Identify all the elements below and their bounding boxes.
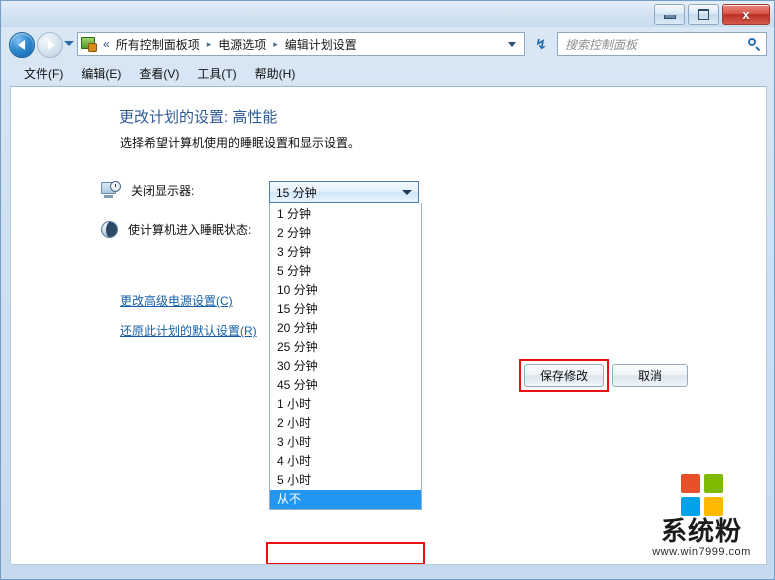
minimize-button[interactable] xyxy=(654,4,685,25)
annotation-box-never-option xyxy=(266,542,425,564)
dropdown-option[interactable]: 5 分钟 xyxy=(270,262,421,281)
windows-logo-icon xyxy=(680,473,723,516)
menu-item-view[interactable]: 查看(V) xyxy=(130,62,188,85)
page-subtitle: 选择希望计算机使用的睡眠设置和显示设置。 xyxy=(120,136,361,150)
close-icon: x xyxy=(742,7,750,22)
breadcrumb-separator-icon[interactable]: ▸ xyxy=(273,39,278,50)
menu-item-file[interactable]: 文件(F) xyxy=(15,62,72,85)
logo-square-2 xyxy=(703,473,723,493)
dropdown-option[interactable]: 10 分钟 xyxy=(270,281,421,300)
dropdown-option[interactable]: 1 分钟 xyxy=(270,205,421,224)
menu-bar: 文件(F) 编辑(E) 查看(V) 工具(T) 帮助(H) xyxy=(1,61,774,85)
dropdown-option[interactable]: 20 分钟 xyxy=(270,319,421,338)
address-bar[interactable]: « 所有控制面板项 ▸ 电源选项 ▸ 编辑计划设置 xyxy=(77,32,525,56)
dropdown-option[interactable]: 2 小时 xyxy=(270,414,421,433)
dropdown-option[interactable]: 15 分钟 xyxy=(270,300,421,319)
breadcrumb-separator-icon[interactable]: ▸ xyxy=(207,39,212,50)
display-timeout-dropdown-list[interactable]: 1 分钟 2 分钟 3 分钟 5 分钟 10 分钟 15 分钟 20 分钟 25 分钟 30 分… xyxy=(269,203,422,510)
combobox-selected-value: 15 分钟 xyxy=(276,185,317,200)
address-dropdown-icon[interactable] xyxy=(508,41,516,47)
forward-arrow-icon xyxy=(47,40,55,50)
title-bar: x xyxy=(1,1,774,27)
search-input[interactable]: 搜索控制面板 xyxy=(565,36,748,53)
save-changes-button[interactable]: 保存修改 xyxy=(524,364,604,387)
display-timeout-combobox[interactable]: 15 分钟 xyxy=(269,181,419,203)
moon-icon xyxy=(101,221,118,238)
setting-row-put-computer-to-sleep: 使计算机进入睡眠状态: xyxy=(101,221,251,238)
window-controls: x xyxy=(654,4,770,25)
setting-label-put-computer-to-sleep: 使计算机进入睡眠状态: xyxy=(128,223,252,237)
dropdown-caret-icon[interactable] xyxy=(402,189,412,195)
recent-pages-chevron-icon[interactable] xyxy=(64,41,74,46)
dropdown-option[interactable]: 4 小时 xyxy=(270,452,421,471)
maximize-button[interactable] xyxy=(688,4,719,25)
refresh-button[interactable]: ↯ xyxy=(531,34,551,54)
menu-item-help[interactable]: 帮助(H) xyxy=(246,62,305,85)
control-panel-icon xyxy=(81,36,97,52)
dropdown-option[interactable]: 25 分钟 xyxy=(270,338,421,357)
dropdown-option[interactable]: 5 小时 xyxy=(270,471,421,490)
dropdown-option[interactable]: 30 分钟 xyxy=(270,357,421,376)
link-restore-plan-defaults[interactable]: 还原此计划的默认设置(R) xyxy=(120,322,257,339)
menu-item-tools[interactable]: 工具(T) xyxy=(188,62,245,85)
setting-row-turn-off-display: 关闭显示器: xyxy=(101,181,194,199)
dropdown-option[interactable]: 1 小时 xyxy=(270,395,421,414)
search-box[interactable]: 搜索控制面板 xyxy=(557,32,767,56)
monitor-clock-icon xyxy=(101,181,121,199)
logo-square-3 xyxy=(680,496,700,516)
dropdown-option[interactable]: 从不 xyxy=(270,490,421,509)
breadcrumb-item-power-options[interactable]: 电源选项 xyxy=(216,35,268,54)
dropdown-option[interactable]: 2 分钟 xyxy=(270,224,421,243)
logo-square-4 xyxy=(703,496,723,516)
menu-item-edit[interactable]: 编辑(E) xyxy=(72,62,130,85)
forward-button[interactable] xyxy=(37,32,63,58)
minimize-icon xyxy=(663,15,676,19)
watermark-brand: 系统粉 xyxy=(660,516,742,547)
logo-square-1 xyxy=(680,473,700,493)
setting-label-turn-off-display: 关闭显示器: xyxy=(131,183,195,198)
watermark-url: www.win7999.com xyxy=(652,546,751,558)
search-icon xyxy=(748,37,761,51)
dropdown-option[interactable]: 45 分钟 xyxy=(270,376,421,395)
address-bar-row: « 所有控制面板项 ▸ 电源选项 ▸ 编辑计划设置 ↯ 搜索控制面板 xyxy=(1,27,774,61)
page-title: 更改计划的设置: 高性能 xyxy=(119,109,278,126)
breadcrumb-item-all-control-panel-items[interactable]: 所有控制面板项 xyxy=(114,35,202,54)
dropdown-option[interactable]: 3 分钟 xyxy=(270,243,421,262)
link-change-advanced-power-settings[interactable]: 更改高级电源设置(C) xyxy=(120,292,233,309)
close-button[interactable]: x xyxy=(722,4,770,25)
content-pane: 更改计划的设置: 高性能 选择希望计算机使用的睡眠设置和显示设置。 关闭显示器:… xyxy=(10,86,767,565)
back-button[interactable] xyxy=(9,32,35,58)
explorer-window: x « 所有控制面板项 ▸ 电源选项 ▸ 编辑计划设置 ↯ 搜索控制面板 文件(… xyxy=(0,0,775,580)
maximize-icon xyxy=(698,9,709,20)
watermark: 系统粉 www.win7999.com xyxy=(649,473,754,558)
back-arrow-icon xyxy=(17,40,25,50)
dropdown-option[interactable]: 3 小时 xyxy=(270,433,421,452)
cancel-button[interactable]: 取消 xyxy=(612,364,688,387)
breadcrumb-item-edit-plan-settings[interactable]: 编辑计划设置 xyxy=(283,35,359,54)
breadcrumb-overflow-icon[interactable]: « xyxy=(103,37,110,51)
